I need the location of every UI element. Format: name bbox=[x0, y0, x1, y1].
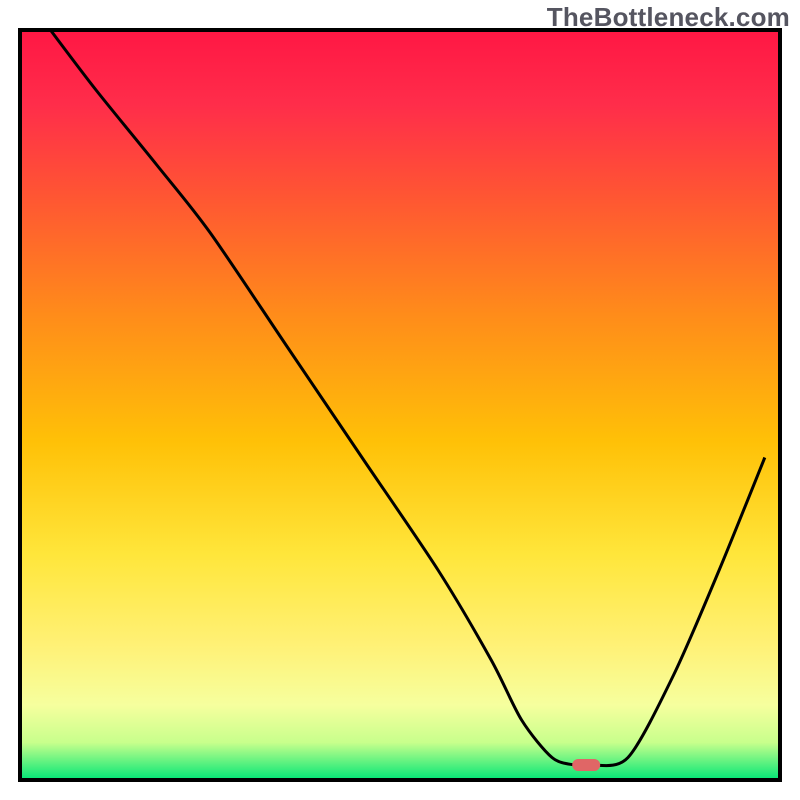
gradient-background bbox=[20, 30, 780, 780]
marker-pill bbox=[572, 759, 600, 771]
bottleneck-chart bbox=[0, 0, 800, 800]
chart-container: TheBottleneck.com bbox=[0, 0, 800, 800]
watermark-text: TheBottleneck.com bbox=[547, 2, 790, 33]
